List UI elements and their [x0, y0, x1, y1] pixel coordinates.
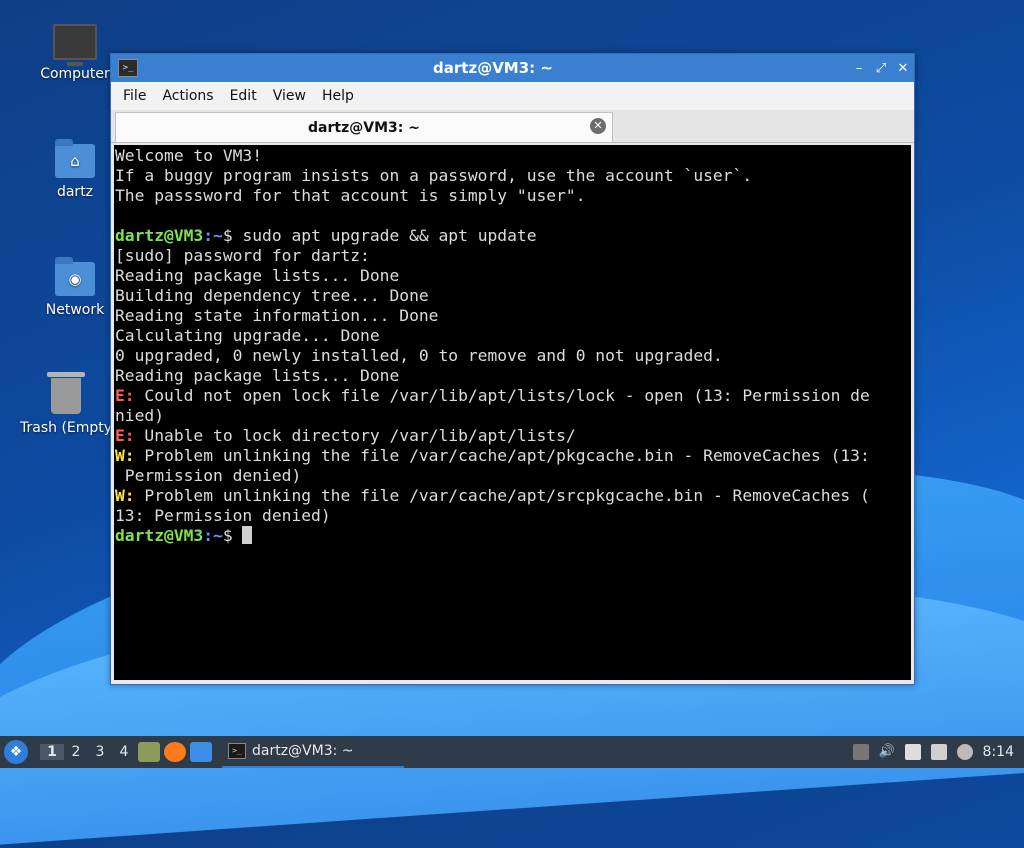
prompt-symbol: $ [222, 526, 243, 545]
terminal-line: The passsword for that account is simply… [115, 186, 586, 205]
terminal-prompt-line[interactable]: dartz@VM3:~$ [115, 526, 911, 546]
warning-text: Problem unlinking the file /var/cache/ap… [144, 446, 870, 465]
terminal-line: nied) [115, 406, 165, 425]
prompt-symbol: $ [222, 226, 243, 245]
computer-icon [53, 24, 97, 66]
firefox-launcher-icon[interactable] [164, 742, 186, 762]
terminal-line: Building dependency tree... Done [115, 286, 429, 305]
terminal-line: Permission denied) [115, 466, 302, 485]
terminal-error-line: E: Could not open lock file /var/lib/apt… [115, 386, 911, 406]
prompt-user: dartz@VM3 [115, 526, 204, 545]
text-cursor [242, 526, 253, 544]
taskbar-window-title: dartz@VM3: ~ [252, 743, 354, 759]
window-titlebar[interactable]: >_ dartz@VM3: ~ – ⤢ ✕ [111, 54, 914, 82]
error-text: Could not open lock file /var/lib/apt/li… [144, 386, 870, 405]
terminal-app-icon[interactable]: >_ [118, 59, 138, 77]
menu-actions[interactable]: Actions [154, 88, 221, 104]
workspace-1[interactable]: 1 [40, 744, 64, 760]
update-notifier-icon[interactable] [852, 744, 869, 760]
menu-help[interactable]: Help [314, 88, 362, 104]
menu-view[interactable]: View [265, 88, 314, 104]
network-folder-icon: ◉ [55, 257, 95, 296]
desktop-icon-label: Trash (Empty) [20, 420, 112, 436]
tab-close-icon[interactable]: ✕ [590, 118, 606, 134]
terminal-warning-line: W: Problem unlinking the file /var/cache… [115, 446, 911, 466]
terminal-line: Calculating upgrade... Done [115, 326, 380, 345]
system-tray: 🔊 8:14 [852, 744, 1024, 760]
user-notification-icon[interactable] [956, 744, 973, 760]
error-text: Unable to lock directory /var/lib/apt/li… [144, 426, 576, 445]
terminal-error-line: E: Unable to lock directory /var/lib/apt… [115, 426, 911, 446]
show-desktop-icon[interactable] [190, 742, 212, 762]
volume-icon[interactable]: 🔊 [879, 744, 895, 760]
close-button[interactable]: ✕ [892, 61, 914, 76]
menu-file[interactable]: File [115, 88, 154, 104]
error-prefix: E: [115, 386, 135, 405]
terminal-line: If a buggy program insists on a password… [115, 166, 753, 185]
file-manager-launcher-icon[interactable] [138, 742, 160, 762]
terminal-output[interactable]: Welcome to VM3! If a buggy program insis… [114, 145, 911, 680]
taskbar: ❖ 1 2 3 4 >_ dartz@VM3: ~ 🔊 8:14 [0, 736, 1024, 768]
menubar: File Actions Edit View Help [111, 82, 914, 110]
network-connection-icon[interactable] [930, 744, 947, 760]
terminal-line: 0 upgraded, 0 newly installed, 0 to remo… [115, 346, 723, 365]
terminal-line: Reading package lists... Done [115, 266, 400, 285]
workspace-3[interactable]: 3 [88, 744, 112, 760]
terminal-line: 13: Permission denied) [115, 506, 331, 525]
tab-terminal[interactable]: dartz@VM3: ~ ✕ [115, 112, 613, 142]
warning-prefix: W: [115, 486, 135, 505]
window-title: dartz@VM3: ~ [433, 59, 553, 77]
maximize-button[interactable]: ⤢ [870, 61, 892, 76]
workspace-4[interactable]: 4 [112, 744, 136, 760]
terminal-line: [sudo] password for dartz: [115, 246, 370, 265]
error-prefix: E: [115, 426, 135, 445]
terminal-line: Welcome to VM3! [115, 146, 263, 165]
terminal-task-icon: >_ [228, 743, 246, 759]
tab-label: dartz@VM3: ~ [308, 119, 420, 136]
prompt-user: dartz@VM3 [115, 226, 204, 245]
terminal-line: Reading state information... Done [115, 306, 439, 325]
home-folder-icon: ⌂ [55, 139, 95, 178]
clipboard-icon[interactable] [904, 744, 921, 760]
command-text: sudo apt upgrade && apt update [242, 226, 537, 245]
desktop-icon-trash[interactable]: Trash (Empty) [20, 372, 112, 436]
terminal-window[interactable]: >_ dartz@VM3: ~ – ⤢ ✕ File Actions Edit … [110, 53, 915, 685]
prompt-path: :~ [203, 226, 223, 245]
trash-icon [47, 372, 85, 414]
start-menu-icon[interactable]: ❖ [4, 740, 28, 764]
menu-edit[interactable]: Edit [222, 88, 265, 104]
terminal-command-line: dartz@VM3:~$ sudo apt upgrade && apt upd… [115, 226, 911, 246]
minimize-button[interactable]: – [848, 61, 870, 76]
prompt-path: :~ [203, 526, 223, 545]
taskbar-window-terminal[interactable]: >_ dartz@VM3: ~ [222, 736, 404, 768]
clock[interactable]: 8:14 [983, 744, 1014, 760]
terminal-line: Reading package lists... Done [115, 366, 400, 385]
tab-bar: dartz@VM3: ~ ✕ [111, 110, 914, 143]
warning-text: Problem unlinking the file /var/cache/ap… [144, 486, 870, 505]
workspace-2[interactable]: 2 [64, 744, 88, 760]
terminal-warning-line: W: Problem unlinking the file /var/cache… [115, 486, 911, 506]
warning-prefix: W: [115, 446, 135, 465]
